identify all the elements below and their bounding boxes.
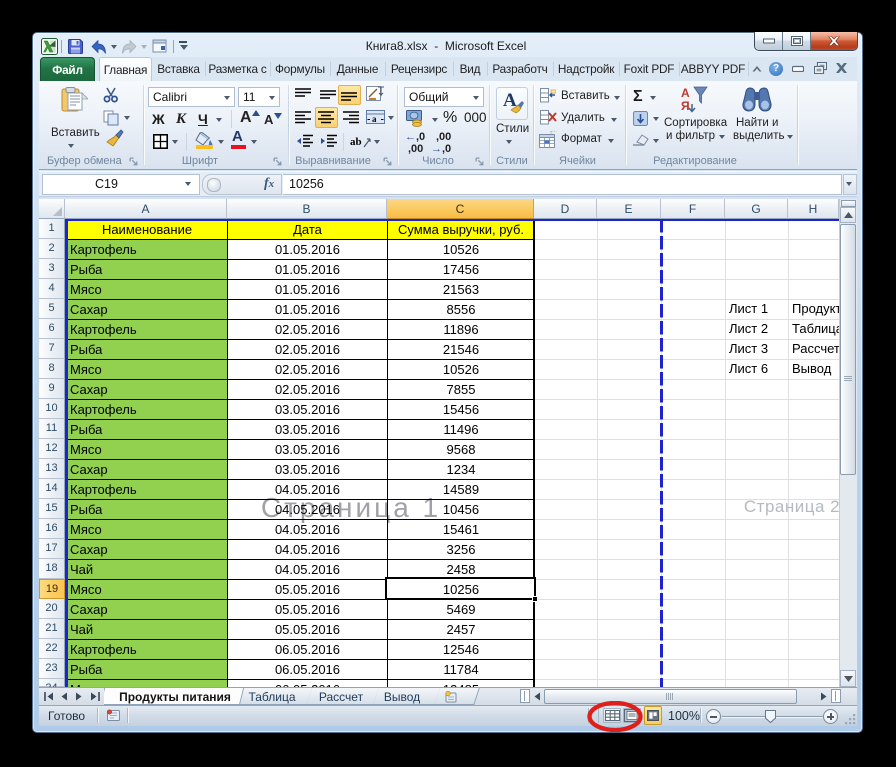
svg-text:Я: Я (681, 99, 690, 113)
svg-text:ab: ab (350, 136, 362, 148)
svg-text:А: А (681, 86, 690, 100)
svg-text:a: a (372, 114, 377, 124)
